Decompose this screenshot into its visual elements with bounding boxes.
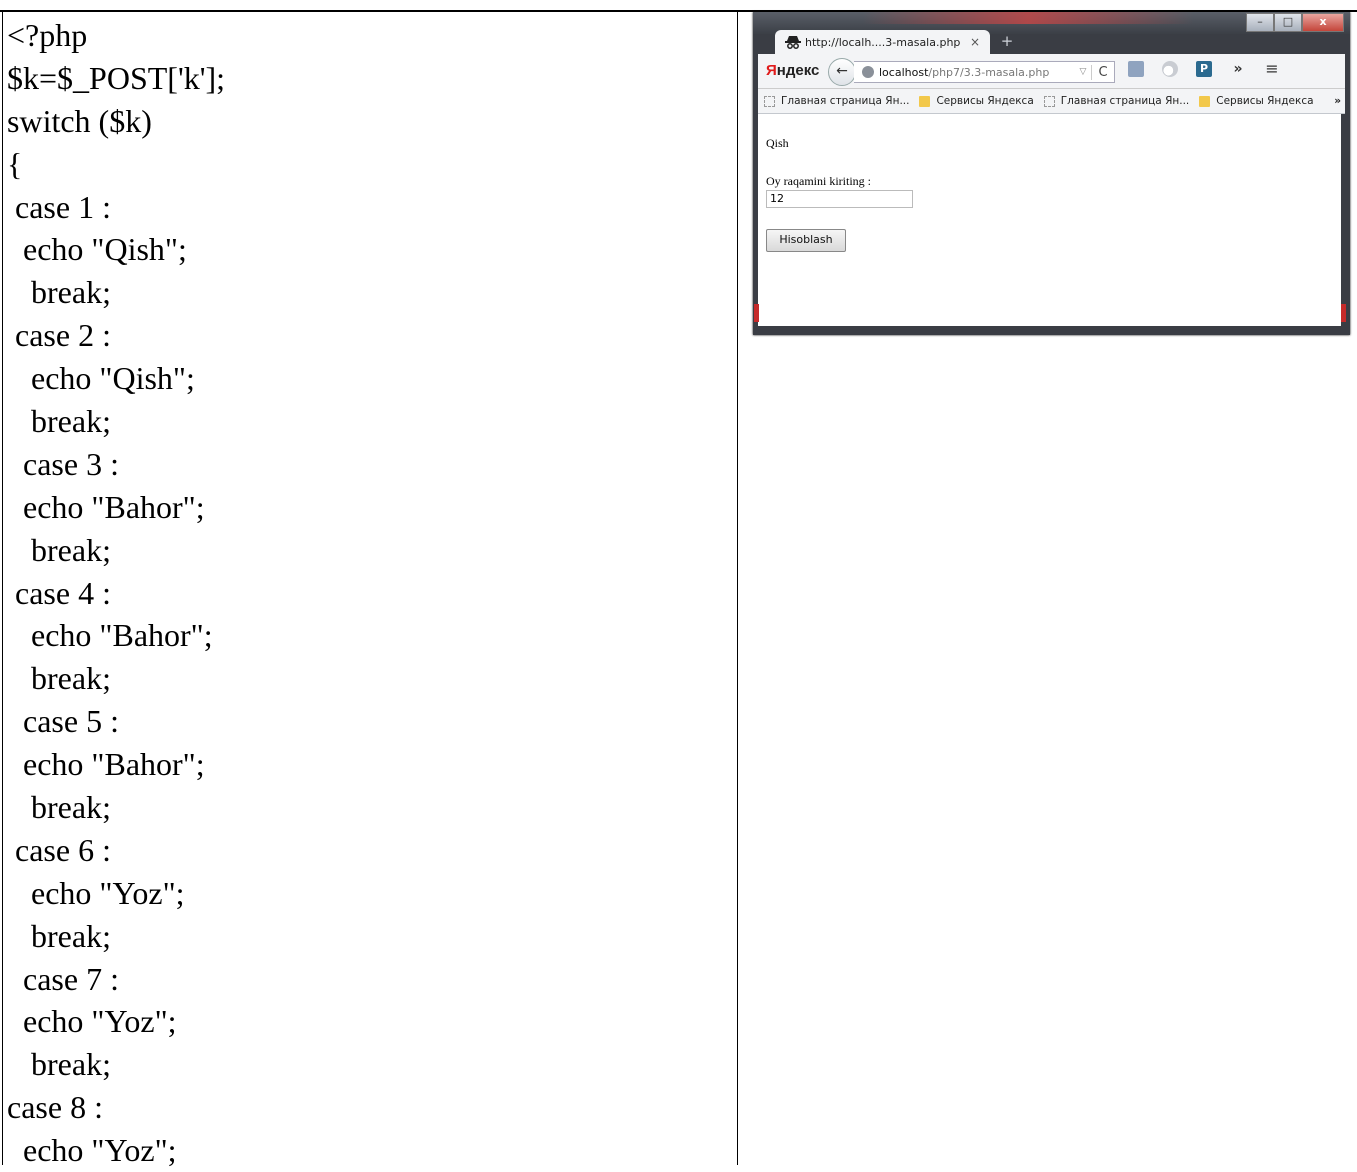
addon-icon[interactable]: P	[1196, 61, 1212, 77]
code-line: case 1 :	[7, 188, 111, 225]
folder-icon	[919, 95, 931, 107]
browser-window: – □ x http://localh....3-masala.php × + …	[753, 12, 1350, 335]
code-line: case 6 :	[7, 831, 111, 868]
code-line: switch ($k)	[7, 102, 152, 139]
mail-icon[interactable]	[1128, 61, 1144, 77]
bookmark-item[interactable]: Сервисы Яндекса	[1199, 95, 1314, 107]
code-line: case 8 :	[7, 1089, 103, 1126]
code-line: echo "Yoz";	[7, 874, 185, 911]
code-line: break;	[7, 403, 111, 440]
toolbar-icons: P » ≡	[1128, 61, 1280, 77]
back-button[interactable]: ←	[828, 58, 856, 86]
code-line: echo "Yoz";	[7, 1003, 177, 1040]
history-dropdown-icon[interactable]: ▽	[1075, 67, 1091, 77]
toolbar-overflow-icon[interactable]: »	[1230, 61, 1246, 77]
folder-icon	[1199, 95, 1211, 107]
code-line: case 4 :	[7, 574, 111, 611]
navigation-toolbar: Яндекс ← localhost/php7/3.3-masala.php ▽…	[758, 54, 1345, 89]
code-line: $k=$_POST['k'];	[7, 59, 226, 96]
bookmark-item[interactable]: Главная страница Ян...	[764, 95, 909, 107]
bookmark-item[interactable]: Сервисы Яндекса	[919, 95, 1034, 107]
code-line: echo "Qish";	[7, 231, 187, 268]
code-line: echo "Bahor";	[7, 746, 205, 783]
code-line: echo "Bahor";	[7, 617, 213, 654]
code-line: break;	[7, 531, 111, 568]
code-line: echo "Bahor";	[7, 488, 205, 525]
tab-strip: http://localh....3-masala.php × +	[753, 30, 1350, 54]
yandex-logo[interactable]: Яндекс	[766, 62, 819, 79]
reload-icon[interactable]: C	[1091, 64, 1114, 80]
bookmark-item[interactable]: Главная страница Ян...	[1043, 95, 1189, 107]
bookmarks-bar: Главная страница Ян... Сервисы Яндекса Г…	[758, 89, 1345, 114]
code-line: case 5 :	[7, 703, 119, 740]
code-line: echo "Yoz";	[7, 1132, 177, 1169]
code-line: <?php	[7, 17, 88, 53]
month-input-label: Oy raqamini kiriting :	[766, 174, 871, 188]
tab-active[interactable]: http://localh....3-masala.php ×	[775, 30, 990, 54]
bookmarks-overflow-icon[interactable]: »	[1334, 95, 1341, 107]
code-line: break;	[7, 789, 111, 826]
month-number-input[interactable]: 12	[766, 190, 913, 208]
result-text: Qish	[766, 136, 789, 150]
code-line: break;	[7, 660, 111, 697]
php-code-block: <?php $k=$_POST['k'];switch ($k) { case 1 …	[7, 14, 225, 1172]
menu-icon[interactable]: ≡	[1264, 61, 1280, 77]
table-left-border	[2, 10, 3, 1165]
new-tab-button[interactable]: +	[998, 32, 1016, 50]
weather-icon[interactable]	[1162, 61, 1178, 77]
url-path: /php7/3.3-masala.php	[928, 65, 1050, 79]
code-line: case 3 :	[7, 445, 119, 482]
page-content: Qish Oy raqamini kiriting : 12 Hisoblash	[754, 114, 1346, 326]
code-line: break;	[7, 1046, 111, 1083]
address-bar[interactable]: localhost/php7/3.3-masala.php ▽ C	[854, 61, 1115, 83]
hisoblash-button[interactable]: Hisoblash	[766, 229, 846, 252]
page-icon	[1043, 95, 1055, 107]
code-line: break;	[7, 274, 111, 311]
incognito-icon	[785, 35, 801, 49]
tab-title: http://localh....3-masala.php	[805, 35, 961, 49]
url-host: localhost	[879, 65, 929, 79]
code-line: case 2 :	[7, 317, 111, 354]
table-column-divider	[737, 10, 738, 1165]
globe-icon	[862, 66, 874, 78]
code-line: case 7 :	[7, 960, 119, 997]
page-icon	[764, 95, 775, 107]
code-line: break;	[7, 917, 111, 954]
code-line: {	[7, 145, 23, 182]
code-line: echo "Qish";	[7, 360, 195, 397]
tab-close-icon[interactable]: ×	[968, 35, 982, 49]
window-controls: – □ x	[1246, 13, 1344, 32]
